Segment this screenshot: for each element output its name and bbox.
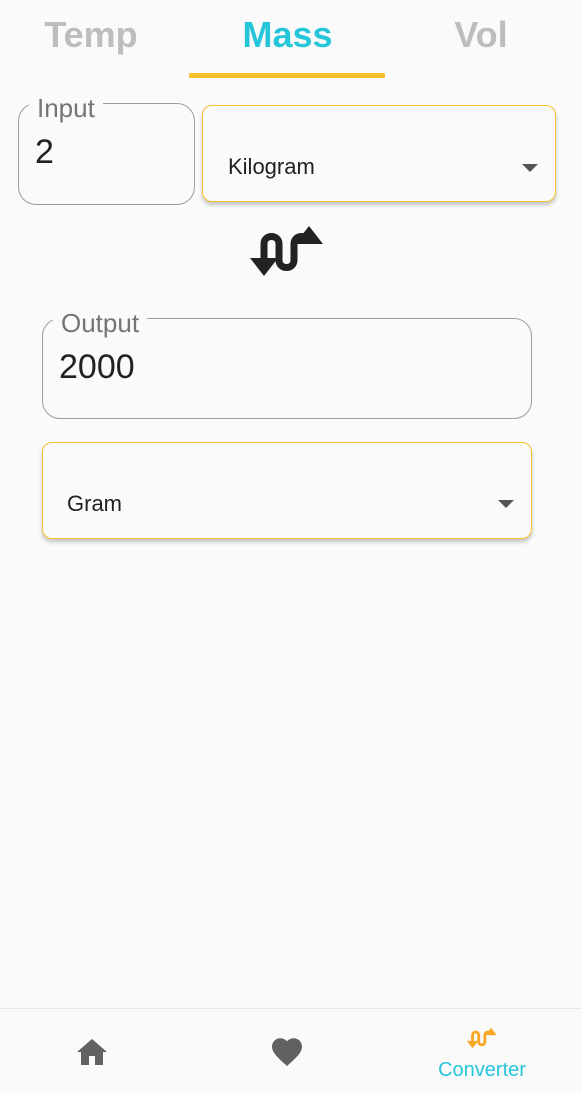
tab-temp[interactable]: Temp	[0, 14, 182, 56]
tab-vol[interactable]: Vol	[390, 14, 572, 56]
nav-converter[interactable]: Converter	[388, 1009, 582, 1093]
output-value: 2000	[59, 348, 135, 386]
tab-bar: Temp Mass Vol	[0, 0, 582, 80]
nav-converter-label: Converter	[438, 1059, 526, 1081]
input-value[interactable]: 2	[35, 132, 54, 172]
output-field[interactable]: Output 2000	[42, 310, 532, 419]
from-unit-selected: Kilogram	[228, 154, 315, 179]
from-unit-dropdown[interactable]: Kilogram	[202, 105, 556, 202]
swap-units-icon[interactable]	[248, 222, 326, 280]
bottom-navigation: Converter	[0, 1008, 582, 1093]
heart-icon	[272, 1038, 302, 1066]
nav-home[interactable]	[0, 1009, 194, 1093]
input-field[interactable]: Input 2	[18, 95, 195, 205]
dropdown-arrow-icon	[498, 500, 514, 508]
dropdown-arrow-icon	[522, 164, 538, 172]
active-tab-indicator	[189, 73, 385, 78]
nav-favorites[interactable]	[194, 1009, 388, 1093]
to-unit-dropdown[interactable]: Gram	[42, 442, 532, 539]
tab-mass[interactable]: Mass	[190, 14, 385, 56]
input-label: Input	[29, 95, 103, 121]
swap-icon	[466, 1027, 497, 1049]
output-label: Output	[53, 310, 148, 336]
to-unit-selected: Gram	[67, 491, 122, 516]
home-icon	[77, 1039, 107, 1065]
